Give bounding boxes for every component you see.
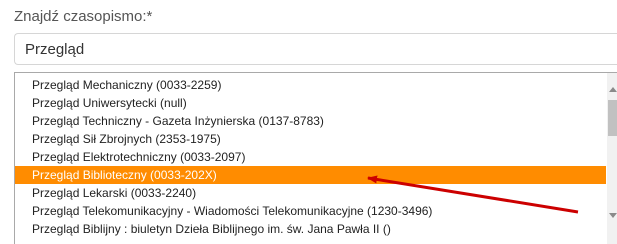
suggestion-item[interactable]: Przegląd Elektrotechniczny (0033-2097) [15,148,606,166]
scroll-up-arrow-icon[interactable] [609,87,617,92]
journal-search-label: Znajdź czasopismo:* [14,8,153,25]
scroll-down-arrow-icon[interactable] [609,213,617,218]
journal-search-input[interactable] [14,33,617,65]
suggestion-item[interactable]: Przegląd Mechaniczny (0033-2259) [15,76,606,94]
suggestion-item-selected[interactable]: Przegląd Biblioteczny (0033-202X) [15,166,606,184]
suggestion-item[interactable]: Przegląd Sił Zbrojnych (2353-1975) [15,130,606,148]
suggestion-item[interactable]: Przegląd Telekomunikacyjny - Wiadomości … [15,202,606,220]
scrollbar-thumb[interactable] [608,100,617,136]
journal-search-page: Znajdź czasopismo:* Przegląd Mechaniczny… [0,0,617,244]
suggestion-item[interactable]: Przegląd Uniwersytecki (null) [15,94,606,112]
dropdown-scrollbar[interactable] [607,73,617,244]
journal-suggestions-dropdown[interactable]: Przegląd Mechaniczny (0033-2259) Przeglą… [14,72,617,244]
suggestion-item[interactable]: Przegląd Biblijny : biuletyn Dzieła Bibl… [15,220,606,238]
suggestion-item[interactable]: Przegląd Lekarski (0033-2240) [15,184,606,202]
journal-suggestions-list: Przegląd Mechaniczny (0033-2259) Przeglą… [15,76,606,238]
suggestion-item[interactable]: Przegląd Techniczny - Gazeta Inżynierska… [15,112,606,130]
